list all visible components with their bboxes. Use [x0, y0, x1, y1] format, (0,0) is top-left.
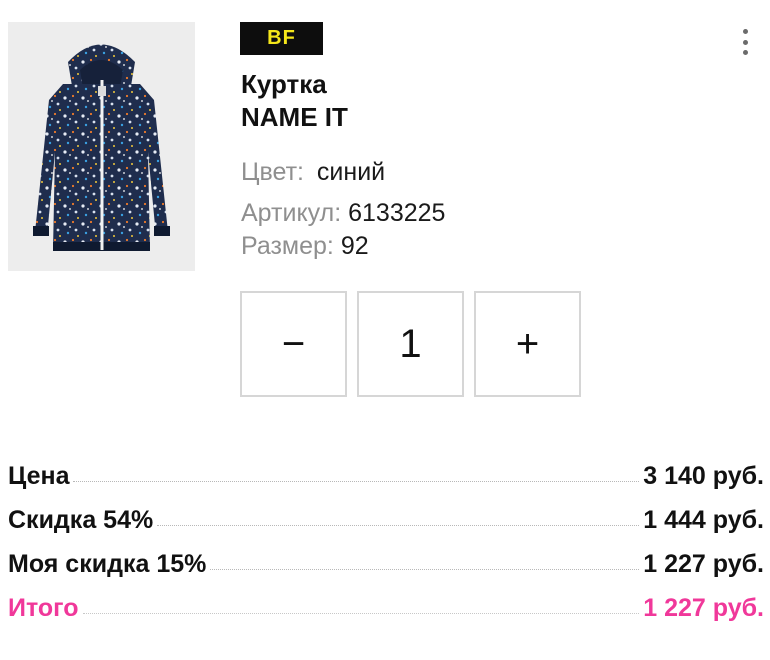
quantity-stepper: − 1 +: [240, 291, 581, 397]
dotted-leader: [210, 569, 640, 570]
attribute-color: Цвет: синий: [241, 156, 385, 188]
size-label: Размер:: [241, 232, 334, 260]
discount-label: Скидка 54%: [8, 506, 154, 534]
product-brand: NAME IT: [241, 102, 348, 132]
my-discount-value: 1 227 руб.: [643, 550, 764, 578]
more-options-icon[interactable]: [732, 26, 758, 58]
discount-row: Скидка 54% 1 444 руб.: [8, 506, 764, 550]
price-value: 3 140 руб.: [643, 462, 764, 490]
my-discount-row: Моя скидка 15% 1 227 руб.: [8, 550, 764, 594]
dotted-leader: [157, 525, 640, 526]
color-value: синий: [316, 158, 386, 186]
total-label: Итого: [8, 594, 79, 622]
color-label: Цвет:: [241, 158, 304, 186]
product-image[interactable]: [8, 22, 195, 271]
my-discount-label: Моя скидка 15%: [8, 550, 207, 578]
product-name: Куртка: [241, 69, 327, 99]
kebab-dot: [742, 29, 748, 34]
size-value: 92: [340, 232, 369, 260]
price-label: Цена: [8, 462, 70, 490]
discount-value: 1 444 руб.: [643, 506, 764, 534]
sku-value: 6133225: [348, 199, 446, 227]
total-value: 1 227 руб.: [643, 594, 764, 622]
attribute-size: Размер: 92: [241, 230, 369, 262]
dotted-leader: [73, 481, 640, 482]
bf-badge: BF: [240, 22, 323, 55]
total-row: Итого 1 227 руб.: [8, 594, 764, 638]
dotted-leader: [82, 613, 640, 614]
sku-label: Артикул:: [241, 199, 342, 227]
quantity-value: 1: [357, 291, 464, 397]
price-summary: Цена 3 140 руб. Скидка 54% 1 444 руб. Мо…: [8, 462, 764, 638]
product-title[interactable]: Куртка NAME IT: [241, 68, 348, 134]
decrease-quantity-button[interactable]: −: [240, 291, 347, 397]
kebab-dot: [742, 50, 748, 55]
jacket-image: [33, 44, 170, 251]
attribute-sku: Артикул: 6133225: [241, 197, 445, 229]
price-row: Цена 3 140 руб.: [8, 462, 764, 506]
increase-quantity-button[interactable]: +: [474, 291, 581, 397]
kebab-dot: [742, 39, 748, 45]
